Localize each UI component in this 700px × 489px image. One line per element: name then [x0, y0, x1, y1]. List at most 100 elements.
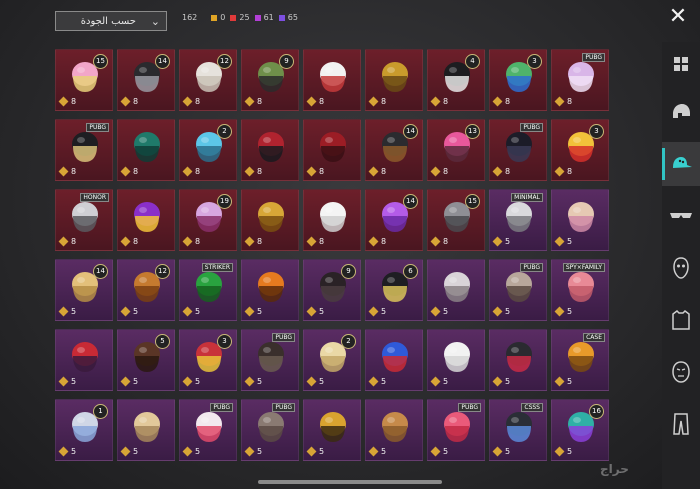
- item-quantity: 8: [430, 166, 448, 177]
- inventory-item[interactable]: 12 8: [179, 49, 237, 111]
- inventory-item[interactable]: 19 8: [179, 189, 237, 251]
- item-art: [382, 412, 408, 442]
- diamond-icon: [430, 166, 441, 177]
- inventory-item[interactable]: 15 8: [55, 49, 113, 111]
- sidebar-item-all[interactable]: [662, 42, 700, 86]
- diamond-icon: [554, 166, 565, 177]
- rarity-counts: 162 0 25 61 65: [182, 13, 303, 22]
- inventory-item[interactable]: 5: [303, 399, 361, 461]
- inventory-item[interactable]: 8: [241, 119, 299, 181]
- inventory-item[interactable]: 8: [241, 189, 299, 251]
- inventory-item[interactable]: SPY×FAMILY 5: [551, 259, 609, 321]
- item-quantity: 5: [58, 446, 76, 457]
- diamond-icon: [368, 166, 379, 177]
- level-badge: 9: [341, 264, 356, 279]
- inventory-item[interactable]: 48: [427, 49, 485, 111]
- sidebar-item-faces[interactable]: [662, 350, 700, 394]
- item-art: [444, 272, 470, 302]
- diamond-icon: [306, 376, 317, 387]
- sidebar-item-glasses[interactable]: [662, 194, 700, 238]
- sidebar-item-tops[interactable]: [662, 298, 700, 342]
- sidebar-item-pants[interactable]: [662, 402, 700, 446]
- inventory-item[interactable]: 5: [365, 399, 423, 461]
- item-art: [258, 132, 284, 162]
- inventory-item[interactable]: 98: [241, 49, 299, 111]
- diamond-icon: [58, 236, 69, 247]
- inventory-item[interactable]: 8: [365, 49, 423, 111]
- item-art: [320, 202, 346, 232]
- inventory-item[interactable]: PUBG 8: [551, 49, 609, 111]
- inventory-item[interactable]: PUBG 5: [489, 259, 547, 321]
- inventory-item[interactable]: 5: [551, 189, 609, 251]
- diamond-icon: [554, 376, 565, 387]
- inventory-item[interactable]: STRIKER 5: [179, 259, 237, 321]
- diamond-icon: [182, 376, 193, 387]
- sidebar-item-hats[interactable]: [662, 142, 700, 186]
- item-art: [506, 342, 532, 372]
- inventory-item[interactable]: 5: [117, 399, 175, 461]
- item-art: [382, 62, 408, 92]
- collab-tag: STRIKER: [201, 263, 233, 272]
- inventory-item[interactable]: 5: [55, 329, 113, 391]
- level-badge: 13: [465, 124, 480, 139]
- item-art: [258, 412, 284, 442]
- inventory-item[interactable]: PUBG 8: [489, 119, 547, 181]
- item-art: [258, 202, 284, 232]
- diamond-icon: [368, 376, 379, 387]
- item-art: [506, 412, 532, 442]
- inventory-item[interactable]: 8: [303, 189, 361, 251]
- sort-dropdown[interactable]: حسب الجودة ⌄: [55, 11, 167, 31]
- inventory-item[interactable]: 14 8: [365, 189, 423, 251]
- close-icon[interactable]: ✕: [666, 6, 690, 30]
- inventory-item[interactable]: PUBG 5: [241, 329, 299, 391]
- sort-label: حسب الجودة: [80, 15, 136, 27]
- inventory-item[interactable]: PUBG 5: [179, 399, 237, 461]
- item-quantity: 5: [182, 306, 200, 317]
- diamond-icon: [244, 96, 255, 107]
- inventory-item[interactable]: 8: [117, 119, 175, 181]
- inventory-item[interactable]: 95: [303, 259, 361, 321]
- inventory-item[interactable]: CSSS 5: [489, 399, 547, 461]
- inventory-item[interactable]: 14 5: [55, 259, 113, 321]
- inventory-item[interactable]: PUBG 5: [241, 399, 299, 461]
- sidebar-item-masks[interactable]: [662, 246, 700, 290]
- inventory-item[interactable]: 15 8: [427, 189, 485, 251]
- inventory-item[interactable]: 5: [489, 329, 547, 391]
- inventory-item[interactable]: 13 8: [427, 119, 485, 181]
- item-art: [568, 202, 594, 232]
- inventory-item[interactable]: 8: [303, 49, 361, 111]
- diamond-icon: [182, 306, 193, 317]
- sidebar-item-helmets[interactable]: [662, 90, 700, 134]
- inventory-item[interactable]: 38: [489, 49, 547, 111]
- grid-icon: [674, 57, 688, 71]
- inventory-item[interactable]: CASE 5: [551, 329, 609, 391]
- inventory-item[interactable]: 38: [551, 119, 609, 181]
- inventory-item[interactable]: HONOR 8: [55, 189, 113, 251]
- diamond-icon: [58, 166, 69, 177]
- inventory-item[interactable]: 5: [427, 259, 485, 321]
- diamond-icon: [492, 446, 503, 457]
- inventory-item[interactable]: PUBG 8: [55, 119, 113, 181]
- inventory-item[interactable]: 14 8: [365, 119, 423, 181]
- inventory-item[interactable]: 8: [303, 119, 361, 181]
- inventory-item[interactable]: 8: [117, 189, 175, 251]
- shirt-icon: [672, 310, 690, 330]
- watermark: حراج: [600, 462, 629, 476]
- count-red: 25: [230, 13, 250, 22]
- inventory-item[interactable]: 16 5: [551, 399, 609, 461]
- inventory-item[interactable]: 15: [55, 399, 113, 461]
- inventory-item[interactable]: 25: [303, 329, 361, 391]
- inventory-item[interactable]: 12 5: [117, 259, 175, 321]
- inventory-item[interactable]: 55: [117, 329, 175, 391]
- inventory-item[interactable]: 14 8: [117, 49, 175, 111]
- item-quantity: 5: [492, 306, 510, 317]
- inventory-item[interactable]: 5: [427, 329, 485, 391]
- inventory-item[interactable]: MINIMAL 5: [489, 189, 547, 251]
- inventory-item[interactable]: 28: [179, 119, 237, 181]
- inventory-item[interactable]: 35: [179, 329, 237, 391]
- inventory-item[interactable]: 65: [365, 259, 423, 321]
- item-art: [568, 342, 594, 372]
- inventory-item[interactable]: 5: [241, 259, 299, 321]
- inventory-item[interactable]: 5: [365, 329, 423, 391]
- inventory-item[interactable]: PUBG 5: [427, 399, 485, 461]
